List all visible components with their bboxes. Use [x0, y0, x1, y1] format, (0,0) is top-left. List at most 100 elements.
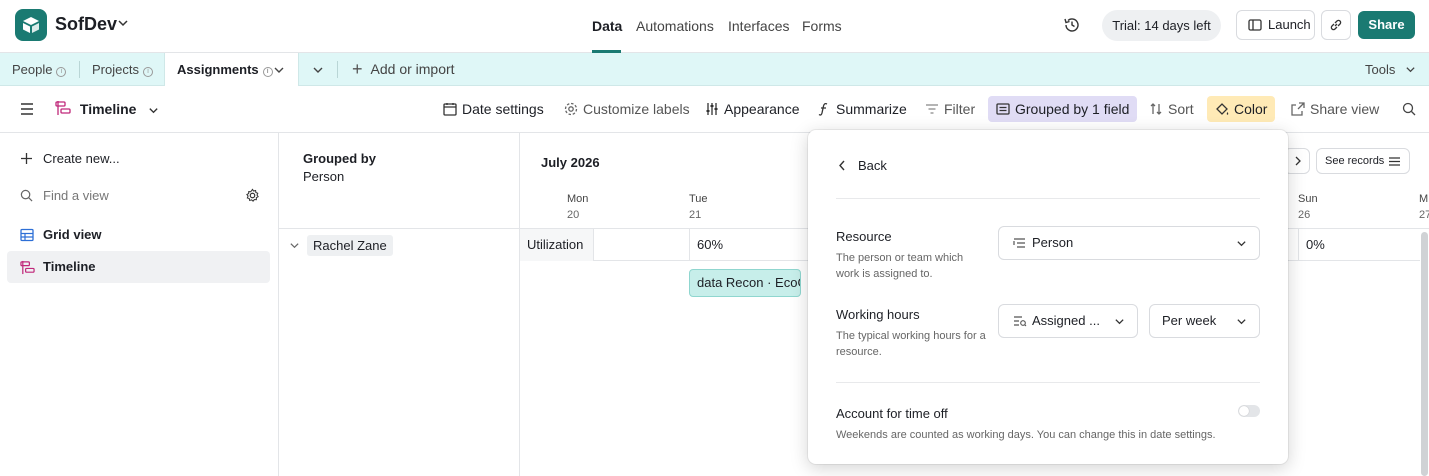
plus-icon	[21, 153, 32, 164]
see-records-button[interactable]: See records	[1316, 148, 1410, 174]
gear-icon[interactable]	[245, 188, 260, 203]
day-number: 20	[567, 209, 580, 221]
divider	[836, 382, 1260, 383]
tab-assignments[interactable]: Assignments i	[164, 53, 299, 87]
tab-people[interactable]: People i	[12, 53, 67, 86]
chevron-left-icon	[839, 160, 845, 171]
summarize-button[interactable]: Summarize	[817, 86, 907, 133]
chevron-down-icon	[1237, 241, 1246, 247]
chevron-down-icon[interactable]	[117, 17, 129, 29]
group-label: Grouped by 1 field	[1015, 101, 1130, 117]
resource-select[interactable]: Person	[998, 226, 1260, 260]
share-icon	[1291, 102, 1305, 116]
topnav-forms[interactable]: Forms	[802, 18, 842, 34]
topnav-data[interactable]: Data	[592, 18, 622, 34]
views-sidebar: Create new... Find a view Grid view Time…	[0, 133, 279, 476]
tab-label: Projects	[92, 62, 139, 77]
plus-icon: +	[352, 59, 363, 79]
filter-icon	[926, 104, 938, 114]
back-button[interactable]: Back	[838, 158, 887, 173]
utilization-label: Utilization	[520, 229, 594, 261]
timeline-record-bar[interactable]: data Recon · EcoG	[689, 269, 801, 297]
chevron-down-icon	[1237, 319, 1246, 325]
filter-button[interactable]: Filter	[925, 86, 975, 133]
working-hours-period-value: Per week	[1162, 313, 1217, 328]
chevron-down-icon[interactable]	[312, 64, 324, 76]
grid-icon	[20, 228, 34, 242]
add-or-import-button[interactable]: + Add or import	[352, 53, 455, 86]
chevron-down-icon[interactable]	[289, 240, 300, 251]
group-header: Grouped by Person	[279, 133, 520, 229]
chevron-down-icon[interactable]	[273, 64, 285, 76]
history-icon[interactable]	[1063, 16, 1081, 34]
share-button[interactable]: Share	[1358, 11, 1415, 39]
group-person-chip[interactable]: Rachel Zane	[307, 235, 393, 256]
working-hours-period-select[interactable]: Per week	[1149, 304, 1260, 338]
appearance-button[interactable]: Appearance	[705, 86, 800, 133]
top-bar: SofDev Data Automations Interfaces Forms…	[0, 0, 1429, 53]
copy-link-button[interactable]	[1321, 10, 1351, 40]
sidebar-item-grid-view[interactable]: Grid view	[7, 219, 270, 251]
chevron-down-icon	[149, 108, 158, 114]
date-settings-button[interactable]: Date settings	[443, 86, 544, 133]
base-logo-icon[interactable]	[15, 9, 47, 41]
timeline-icon	[55, 101, 71, 115]
tab-projects[interactable]: Projects i	[92, 53, 153, 86]
link-icon	[1330, 19, 1342, 31]
function-icon	[818, 102, 828, 116]
time-off-toggle[interactable]	[1238, 405, 1260, 417]
customize-labels-button[interactable]: Customize labels	[564, 86, 690, 133]
search-icon[interactable]	[1402, 102, 1416, 116]
create-new-view-button[interactable]: Create new...	[7, 143, 270, 175]
sidebar-item-timeline[interactable]: Timeline	[7, 251, 270, 283]
tools-menu[interactable]: Tools	[1365, 53, 1416, 86]
find-view-placeholder: Find a view	[43, 188, 109, 203]
lookup-field-icon	[1014, 316, 1027, 327]
topnav-automations[interactable]: Automations	[636, 18, 714, 34]
menu-icon[interactable]	[20, 103, 34, 115]
base-name[interactable]: SofDev	[55, 14, 117, 35]
color-label: Color	[1234, 101, 1268, 117]
day-name: Sun	[1298, 193, 1318, 205]
day-header: M 27	[1419, 191, 1429, 223]
color-button[interactable]: Color	[1207, 96, 1276, 122]
day-header: Sun 26	[1298, 191, 1318, 223]
view-switcher[interactable]: Timeline	[55, 86, 164, 133]
launch-button[interactable]: Launch	[1236, 10, 1315, 40]
paint-bucket-icon	[1216, 103, 1229, 115]
trial-badge[interactable]: Trial: 14 days left	[1102, 10, 1221, 41]
time-off-help: Weekends are counted as working days. Yo…	[836, 429, 1216, 441]
launch-icon	[1248, 19, 1262, 31]
working-hours-field-select[interactable]: Assigned ...	[998, 304, 1138, 338]
summarize-label: Summarize	[836, 101, 907, 117]
month-label: July 2026	[541, 155, 600, 170]
day-name: Tue	[689, 193, 708, 205]
tab-divider	[337, 61, 338, 78]
group-column	[279, 229, 520, 476]
working-hours-label: Working hours	[836, 307, 920, 322]
chevron-down-icon	[1115, 319, 1124, 325]
time-off-label: Account for time off	[836, 406, 948, 421]
share-view-button[interactable]: Share view	[1291, 86, 1379, 133]
view-toolbar: Timeline Date settings Customize labels …	[0, 86, 1429, 133]
day-name: M	[1419, 193, 1429, 205]
find-view-search[interactable]: Find a view	[7, 180, 270, 212]
sidebar-item-label: Timeline	[43, 259, 96, 274]
day-number: 26	[1298, 209, 1311, 221]
sort-label: Sort	[1168, 101, 1194, 117]
add-or-import-label: Add or import	[370, 61, 455, 77]
see-records-label: See records	[1325, 155, 1385, 167]
sliders-icon	[706, 103, 718, 115]
list-icon	[1389, 157, 1400, 166]
sort-button[interactable]: Sort	[1149, 86, 1194, 133]
topnav-interfaces[interactable]: Interfaces	[728, 18, 789, 34]
info-icon: i	[142, 67, 153, 77]
date-settings-label: Date settings	[462, 101, 544, 117]
grouped-by-field: Person	[303, 169, 345, 184]
table-tabs-bar: People i Projects i Assignments i + Add or i…	[0, 53, 1429, 87]
customize-labels-label: Customize labels	[583, 101, 690, 117]
grouped-by-label: Grouped by	[303, 151, 376, 166]
group-button[interactable]: Grouped by 1 field	[988, 96, 1138, 122]
resource-label: Resource	[836, 229, 892, 244]
vertical-scrollbar[interactable]	[1421, 232, 1428, 476]
